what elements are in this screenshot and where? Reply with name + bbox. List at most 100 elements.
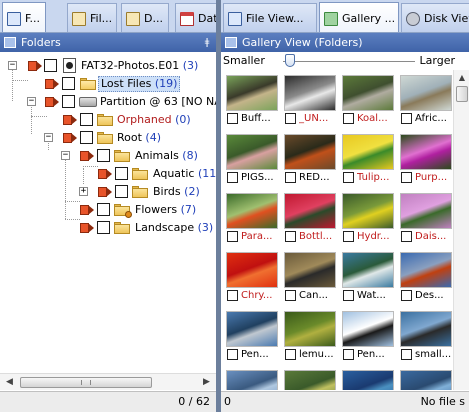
tree-node-partition[interactable]: − Partition @ 63 [NO NAME] [0, 93, 216, 111]
tree-node-orphaned[interactable]: Orphaned (0) [0, 111, 216, 129]
gallery-thumbnail[interactable]: Purp... [397, 129, 453, 184]
thumbnail-checkbox[interactable] [401, 290, 412, 301]
thumbnail-checkbox[interactable] [401, 349, 412, 360]
thumbnail-image[interactable] [400, 370, 452, 390]
thumbnail-image[interactable] [342, 311, 394, 347]
thumbnail-checkbox[interactable] [401, 231, 412, 242]
tab-date[interactable]: Date [175, 3, 216, 32]
tree-node-lost-files[interactable]: Lost Files (19) [0, 75, 216, 93]
thumbnail-image[interactable] [284, 252, 336, 288]
thumbnail-image[interactable] [284, 311, 336, 347]
tree-checkbox[interactable] [62, 77, 75, 90]
gallery-thumbnail[interactable]: lemu... [281, 306, 339, 361]
gallery-thumbnail[interactable]: Chry... [223, 247, 281, 302]
thumbnail-checkbox[interactable] [343, 349, 354, 360]
thumbnail-image[interactable] [400, 134, 452, 170]
tree-node-aquatic[interactable]: Aquatic (11) [0, 165, 216, 183]
thumbnail-checkbox[interactable] [227, 349, 238, 360]
gallery-thumbnail[interactable]: Hydr... [339, 188, 397, 243]
gallery-thumbnail[interactable]: Des... [397, 247, 453, 302]
gallery-thumbnail[interactable]: Bottl... [281, 188, 339, 243]
thumbnail-image[interactable] [342, 75, 394, 111]
gallery-thumbnail[interactable]: Dais... [397, 188, 453, 243]
gallery-thumbnail[interactable] [397, 365, 453, 390]
tree-node-animals[interactable]: − Animals (8) [0, 147, 216, 165]
thumbnail-image[interactable] [342, 134, 394, 170]
tree-checkbox[interactable] [80, 131, 93, 144]
scroll-right-icon[interactable]: ▶ [199, 375, 214, 390]
horizontal-scrollbar[interactable]: ◀ ▶ [0, 373, 216, 390]
thumbnail-checkbox[interactable] [343, 172, 354, 183]
tree-node-flowers[interactable]: Flowers (7) [0, 201, 216, 219]
thumbnail-checkbox[interactable] [343, 231, 354, 242]
tab-file-view[interactable]: File View... [223, 3, 317, 32]
gallery-thumbnail[interactable]: small... [397, 306, 453, 361]
thumbnail-image[interactable] [284, 134, 336, 170]
thumbnail-image[interactable] [342, 252, 394, 288]
gallery-thumbnail[interactable]: Wat... [339, 247, 397, 302]
tree-node-root[interactable]: − Root (4) [0, 129, 216, 147]
gallery-thumbnail[interactable] [281, 365, 339, 390]
tab-disk-view[interactable]: Disk View [401, 3, 469, 32]
scrollbar-thumb[interactable] [20, 377, 152, 388]
gallery-thumbnail[interactable]: Koal... [339, 70, 397, 125]
gallery-thumbnail[interactable]: Pen... [223, 306, 281, 361]
tree-node-landscape[interactable]: Landscape (3) [0, 219, 216, 237]
scroll-up-icon[interactable]: ▲ [456, 72, 468, 84]
tag-icon[interactable] [45, 96, 59, 108]
vertical-scrollbar[interactable]: ▲ [453, 70, 469, 390]
thumbnail-checkbox[interactable] [285, 113, 296, 124]
tag-icon[interactable] [63, 114, 77, 126]
expand-toggle[interactable]: + [79, 187, 88, 196]
gallery-thumbnail[interactable]: Afric... [397, 70, 453, 125]
thumbnail-image[interactable] [342, 370, 394, 390]
gallery-thumbnail[interactable]: Can... [281, 247, 339, 302]
slider-track[interactable] [283, 61, 415, 63]
gallery-thumbnail[interactable] [223, 365, 281, 390]
tag-icon[interactable] [63, 132, 77, 144]
collapse-toggle[interactable]: − [61, 151, 70, 160]
gallery-thumbnail[interactable]: RED... [281, 129, 339, 184]
pin-icon[interactable]: ǂ [202, 37, 212, 49]
gallery-thumbnail[interactable]: PIGS... [223, 129, 281, 184]
thumbnail-image[interactable] [284, 75, 336, 111]
thumbnail-image[interactable] [400, 193, 452, 229]
collapse-toggle[interactable]: − [44, 133, 53, 142]
thumbnail-checkbox[interactable] [343, 113, 354, 124]
tab-file-system[interactable]: F... [2, 2, 46, 32]
thumbnail-checkbox[interactable] [343, 290, 354, 301]
gallery-thumbnail[interactable]: Para... [223, 188, 281, 243]
gallery-thumbnail[interactable]: Pen... [339, 306, 397, 361]
tree-checkbox[interactable] [115, 185, 128, 198]
tree-checkbox[interactable] [80, 113, 93, 126]
thumbnail-checkbox[interactable] [227, 231, 238, 242]
thumbnail-image[interactable] [400, 252, 452, 288]
thumbnail-checkbox[interactable] [285, 172, 296, 183]
tag-icon[interactable] [98, 186, 112, 198]
tab-gallery[interactable]: Gallery ... [319, 2, 399, 32]
thumbnail-checkbox[interactable] [285, 231, 296, 242]
tag-icon[interactable] [80, 150, 94, 162]
thumbnail-image[interactable] [400, 311, 452, 347]
thumbnail-image[interactable] [226, 134, 278, 170]
tag-icon[interactable] [98, 168, 112, 180]
collapse-toggle[interactable]: − [27, 97, 36, 106]
scroll-left-icon[interactable]: ◀ [2, 375, 17, 390]
thumbnail-checkbox[interactable] [401, 172, 412, 183]
thumbnail-image[interactable] [226, 252, 278, 288]
tag-icon[interactable] [28, 60, 42, 72]
thumbnail-checkbox[interactable] [285, 349, 296, 360]
tag-icon[interactable] [45, 78, 59, 90]
tab-file-list[interactable]: Fil... [67, 3, 117, 32]
thumbnail-image[interactable] [284, 193, 336, 229]
tree-checkbox[interactable] [97, 149, 110, 162]
tab-document[interactable]: D... [121, 3, 169, 32]
thumbnail-image[interactable] [226, 75, 278, 111]
thumbnail-image[interactable] [400, 75, 452, 111]
gallery-thumbnail[interactable]: Buff... [223, 70, 281, 125]
tree-checkbox[interactable] [115, 167, 128, 180]
gallery-thumbnail[interactable] [339, 365, 397, 390]
thumbnail-checkbox[interactable] [401, 113, 412, 124]
tree-node-birds[interactable]: + Birds (2) [0, 183, 216, 201]
scrollbar-thumb[interactable] [456, 86, 468, 102]
